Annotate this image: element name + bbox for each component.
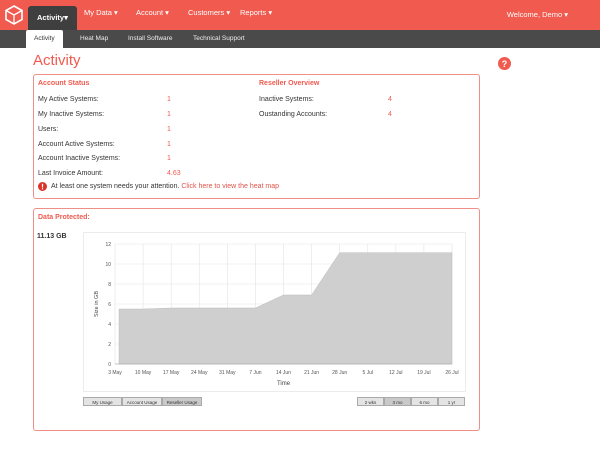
page-title: Activity bbox=[33, 52, 81, 69]
status-value[interactable]: 4.63 bbox=[167, 170, 181, 177]
account-usage-button[interactable]: Account Usage bbox=[122, 397, 162, 406]
my-usage-button[interactable]: My Usage bbox=[83, 397, 122, 406]
data-protected-heading: Data Protected: bbox=[38, 214, 90, 221]
user-menu[interactable]: Welcome, Demo ▾ bbox=[507, 10, 568, 19]
x-tick-label: 26 Jul bbox=[445, 370, 458, 376]
sub-nav-bar: Activity Heat Map Install Software Techn… bbox=[0, 30, 600, 48]
nav-activity[interactable]: Activity▾ bbox=[28, 6, 77, 30]
reseller-label: Inactive Systems: bbox=[259, 96, 314, 103]
y-tick-label: 0 bbox=[108, 362, 111, 368]
range-6mo-button[interactable]: 6 mo bbox=[411, 397, 438, 406]
tab-install-software[interactable]: Install Software bbox=[128, 30, 172, 48]
y-tick-label: 10 bbox=[105, 262, 111, 268]
status-value[interactable]: 1 bbox=[167, 155, 171, 162]
alert-message: At least one system needs your attention… bbox=[51, 183, 279, 190]
account-status-panel bbox=[33, 74, 480, 199]
x-tick-label: 21 Jun bbox=[304, 370, 319, 376]
usage-area bbox=[118, 252, 453, 365]
usage-chart-svg: 0 2 4 6 8 10 12 3 May 10 May 17 May 24 May 31 May 7 … bbox=[94, 242, 459, 387]
y-tick-label: 2 bbox=[108, 342, 111, 348]
status-value[interactable]: 1 bbox=[167, 141, 171, 148]
status-label: Account Active Systems: bbox=[38, 141, 115, 148]
account-status-heading: Account Status bbox=[38, 80, 90, 87]
reseller-value[interactable]: 4 bbox=[388, 96, 392, 103]
tab-technical-support[interactable]: Technical Support bbox=[193, 30, 245, 48]
nav-reports[interactable]: Reports ▾ bbox=[240, 8, 272, 17]
reseller-label: Oustanding Accounts: bbox=[259, 111, 328, 118]
status-value[interactable]: 1 bbox=[167, 126, 171, 133]
y-tick-label: 4 bbox=[108, 322, 111, 328]
x-tick-label: 19 Jul bbox=[417, 370, 430, 376]
status-label: Last Invoice Amount: bbox=[38, 170, 103, 177]
nav-account[interactable]: Account ▾ bbox=[136, 8, 169, 17]
y-tick-label: 12 bbox=[105, 242, 111, 248]
status-label: My Active Systems: bbox=[38, 96, 99, 103]
x-tick-label: 12 Jul bbox=[389, 370, 402, 376]
status-label: My Inactive Systems: bbox=[38, 111, 105, 118]
y-tick-label: 8 bbox=[108, 282, 111, 288]
status-value[interactable]: 1 bbox=[167, 96, 171, 103]
x-tick-label: 10 May bbox=[135, 370, 152, 376]
status-value[interactable]: 1 bbox=[167, 111, 171, 118]
reseller-value[interactable]: 4 bbox=[388, 111, 392, 118]
alert-icon bbox=[38, 182, 47, 191]
x-tick-label: 14 Jun bbox=[276, 370, 291, 376]
range-2wks-button[interactable]: 2 wks bbox=[357, 397, 384, 406]
range-3mo-button[interactable]: 3 mo bbox=[384, 397, 411, 406]
y-axis-label: Size in GB bbox=[94, 291, 100, 317]
nav-my-data[interactable]: My Data ▾ bbox=[84, 8, 118, 17]
x-tick-label: 5 Jul bbox=[362, 370, 373, 376]
range-1yr-button[interactable]: 1 yr bbox=[438, 397, 465, 406]
heat-map-link[interactable]: Click here to view the heat map bbox=[181, 183, 279, 190]
reseller-overview-heading: Reseller Overview bbox=[259, 80, 320, 87]
svg-text:?: ? bbox=[502, 59, 508, 69]
x-tick-label: 3 May bbox=[108, 370, 122, 376]
top-nav-bar: Activity▾ My Data ▾ Account ▾ Customers … bbox=[0, 0, 600, 30]
y-tick-label: 6 bbox=[108, 302, 111, 308]
x-tick-label: 28 Jun bbox=[332, 370, 347, 376]
nav-customers[interactable]: Customers ▾ bbox=[188, 8, 230, 17]
status-label: Users: bbox=[38, 126, 59, 133]
x-tick-label: 7 Jun bbox=[249, 370, 261, 376]
alert-text: At least one system needs your attention… bbox=[51, 183, 180, 190]
x-tick-label: 24 May bbox=[191, 370, 208, 376]
usage-chart: 0 2 4 6 8 10 12 3 May 10 May 17 May 24 May 31 May 7 … bbox=[83, 232, 466, 392]
status-label: Account Inactive Systems: bbox=[38, 155, 121, 162]
x-axis-label: Time bbox=[277, 381, 291, 387]
help-icon[interactable]: ? bbox=[498, 57, 511, 70]
data-protected-amount: 11.13 GB bbox=[37, 233, 67, 240]
x-tick-label: 31 May bbox=[219, 370, 236, 376]
tab-heat-map[interactable]: Heat Map bbox=[80, 30, 108, 48]
x-tick-label: 17 May bbox=[163, 370, 180, 376]
tab-activity[interactable]: Activity bbox=[26, 30, 63, 48]
reseller-usage-button[interactable]: Reseller Usage bbox=[162, 397, 202, 406]
company-logo-icon[interactable] bbox=[4, 5, 24, 25]
